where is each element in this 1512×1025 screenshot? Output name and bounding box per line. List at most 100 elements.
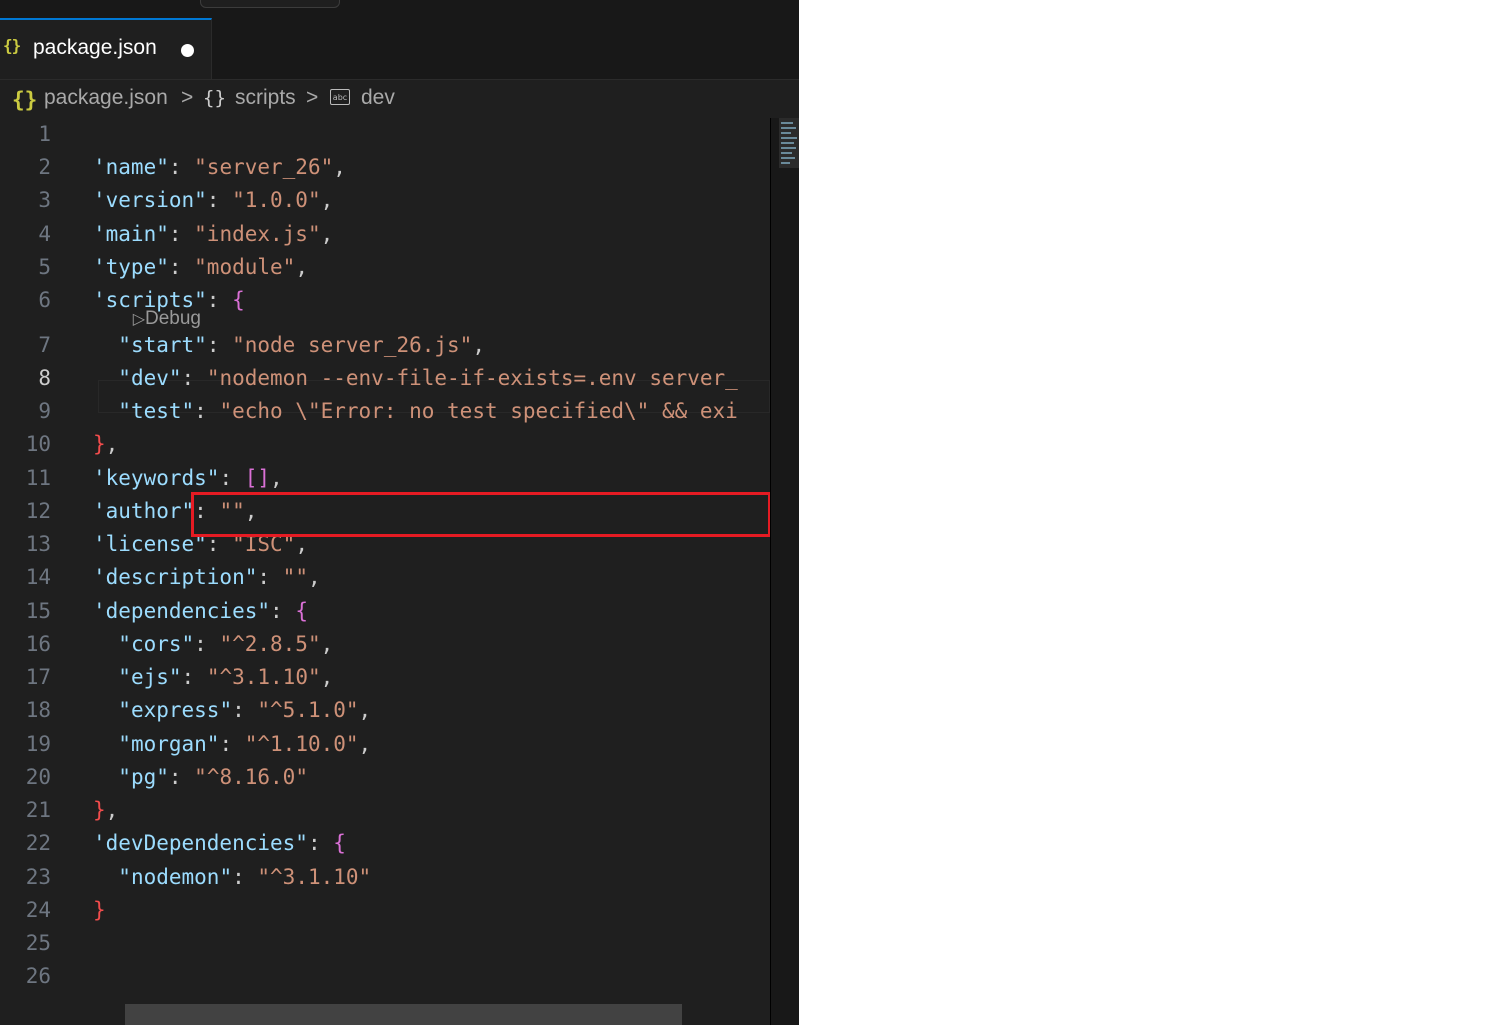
code-line[interactable]: 4 'main": "index.js",: [0, 218, 770, 251]
code-token: "server_26": [194, 155, 334, 179]
code-token: :: [257, 565, 283, 589]
code-token: ,: [295, 255, 308, 279]
code-token: :: [206, 333, 233, 357]
line-content: 'type": "module",: [93, 251, 308, 284]
vertical-scrollbar[interactable]: [770, 118, 799, 1025]
code-token: 'description": [93, 565, 258, 589]
line-content: "nodemon": "^3.1.10": [93, 861, 371, 894]
json-file-icon: {}: [3, 36, 21, 55]
code-token: "cors": [118, 632, 195, 656]
tab-bar: {} package.json: [0, 18, 799, 80]
line-content: "express": "^5.1.0",: [93, 694, 371, 727]
minimap[interactable]: [779, 118, 799, 168]
code-token: }: [93, 798, 106, 822]
string-key-icon: abc: [330, 89, 350, 105]
code-line[interactable]: 26: [0, 960, 770, 993]
line-number: 3: [38, 188, 51, 212]
line-content: 'scripts": {: [93, 284, 245, 317]
code-line[interactable]: 23 "nodemon": "^3.1.10": [0, 861, 770, 894]
command-center[interactable]: [200, 0, 340, 8]
line-content: "cors": "^2.8.5",: [93, 628, 333, 661]
code-line[interactable]: 22 'devDependencies": {: [0, 827, 770, 860]
code-line[interactable]: 19 "morgan": "^1.10.0",: [0, 728, 770, 761]
code-token: :: [181, 366, 207, 390]
line-number: 15: [25, 599, 51, 623]
code-token: :: [232, 865, 258, 889]
line-number: 14: [25, 565, 51, 589]
line-number: 4: [38, 222, 51, 246]
red-highlight-box: [191, 492, 770, 537]
code-token: "start": [118, 333, 207, 357]
code-line[interactable]: 15 'dependencies": {: [0, 595, 770, 628]
code-line[interactable]: 24}: [0, 894, 770, 927]
code-line[interactable]: 17 "ejs": "^3.1.10",: [0, 661, 770, 694]
code-token: }: [93, 898, 106, 922]
line-number: 12: [25, 499, 51, 523]
code-token: 'scripts": [93, 288, 207, 312]
code-line[interactable]: 25: [0, 927, 770, 960]
code-token: :: [270, 599, 296, 623]
line-content: 'devDependencies": {: [93, 827, 346, 860]
breadcrumb-item-file[interactable]: package.json: [44, 86, 168, 110]
title-bar: [0, 0, 799, 18]
code-token: :: [168, 222, 195, 246]
line-content: "start": "node server_26.js",: [93, 329, 485, 362]
code-token: "module": [194, 255, 296, 279]
line-content: "morgan": "^1.10.0",: [93, 728, 371, 761]
code-token: :: [206, 288, 233, 312]
code-line[interactable]: 14 'description": "",: [0, 561, 770, 594]
breadcrumb-item-dev[interactable]: dev: [361, 86, 395, 110]
code-line[interactable]: 6 'scripts": {: [0, 284, 770, 317]
object-icon: {}: [203, 87, 226, 109]
code-line[interactable]: 21},: [0, 794, 770, 827]
line-content: 'description": "",: [93, 561, 321, 594]
code-line[interactable]: 9 "test": "echo \"Error: no test specifi…: [0, 395, 770, 428]
code-token: "^2.8.5": [219, 632, 321, 656]
code-token: {: [295, 599, 308, 623]
line-number: 9: [38, 399, 51, 423]
code-token: "ejs": [118, 665, 182, 689]
editor-window: {} package.json {} package.json > {} scr…: [0, 0, 799, 1025]
unsaved-dot-icon[interactable]: [181, 44, 194, 57]
code-line[interactable]: 1: [0, 118, 770, 151]
code-editor[interactable]: ▷Debug 1 2'name": "server_26", 3'version":…: [0, 118, 770, 1025]
code-line[interactable]: 10},: [0, 428, 770, 461]
line-number: 6: [38, 288, 51, 312]
breadcrumb-item-scripts[interactable]: scripts: [235, 86, 296, 110]
code-token: }: [93, 432, 106, 456]
code-line[interactable]: 20 "pg": "^8.16.0": [0, 761, 770, 794]
code-token: ,: [320, 188, 334, 212]
line-number: 26: [25, 964, 51, 988]
code-line[interactable]: 8 "dev": "nodemon --env-file-if-exists=.…: [0, 362, 770, 395]
code-line[interactable]: 16 "cors": "^2.8.5",: [0, 628, 770, 661]
code-token: :: [206, 188, 233, 212]
code-token: 'dependencies": [93, 599, 271, 623]
code-token: ,: [320, 632, 334, 656]
line-number: 1: [38, 122, 51, 146]
code-line[interactable]: 18 "express": "^5.1.0",: [0, 694, 770, 727]
chevron-right-icon: >: [181, 86, 194, 109]
code-token: "^1.10.0": [244, 732, 359, 756]
line-number: 10: [25, 432, 51, 456]
line-content: }: [93, 894, 106, 927]
tab-package-json[interactable]: {} package.json: [0, 18, 212, 79]
code-line[interactable]: 5 'type": "module",: [0, 251, 770, 284]
code-token: :: [232, 698, 258, 722]
code-token: ,: [105, 432, 119, 456]
code-token: 'main": [93, 222, 169, 246]
line-number: 16: [25, 632, 51, 656]
line-number: 13: [25, 532, 51, 556]
code-line[interactable]: 11 'keywords": [],: [0, 462, 770, 495]
code-token: 'keywords": [93, 466, 220, 490]
code-line[interactable]: 3 'version": "1.0.0",: [0, 184, 770, 217]
horizontal-scrollbar-thumb[interactable]: [125, 1004, 682, 1025]
code-token: ,: [320, 665, 334, 689]
line-content: 'main": "index.js",: [93, 218, 333, 251]
code-line[interactable]: 7 "start": "node server_26.js",: [0, 329, 770, 362]
code-line[interactable]: 2 'name": "server_26",: [0, 151, 770, 184]
